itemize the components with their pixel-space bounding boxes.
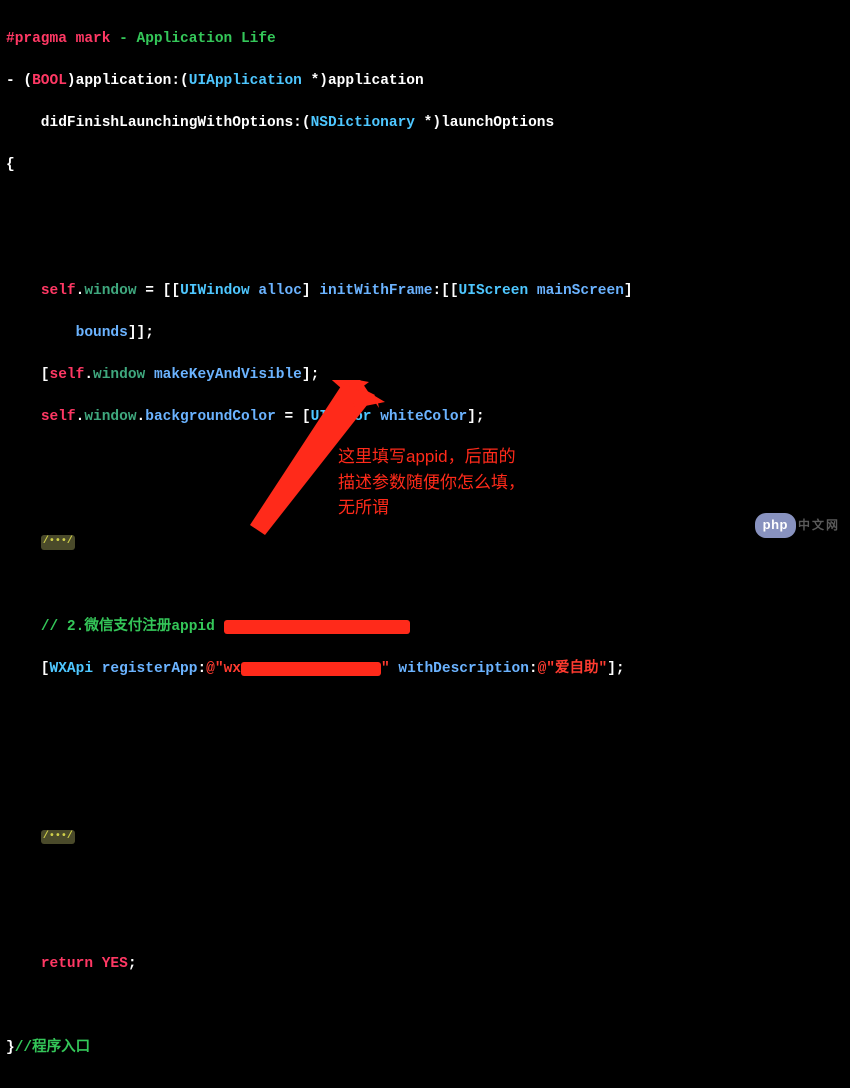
blank-line: [6, 702, 844, 723]
code-line: self.window.backgroundColor = [UIColor w…: [6, 407, 844, 428]
blank-line: [6, 744, 844, 765]
redacted-mark: [224, 620, 410, 634]
php-badge: php: [755, 513, 796, 538]
blank-line: [6, 996, 844, 1017]
code-line: [WXApi registerApp:@"wx" withDescription…: [6, 659, 844, 680]
blank-line: [6, 239, 844, 260]
pragma-keyword: #pragma mark: [6, 31, 110, 47]
watermark-text: 中文网: [798, 517, 840, 534]
code-editor[interactable]: #pragma mark - Application Life - (BOOL)…: [0, 0, 850, 1088]
annotation-line: 这里填写appid，后面的: [338, 447, 516, 466]
comment: // 2.微信支付注册appid: [41, 619, 224, 635]
blank-line: [6, 870, 844, 891]
code-line: - (BOOL)application:(UIApplication *)app…: [6, 71, 844, 92]
code-line: // 2.微信支付注册appid: [6, 617, 844, 638]
code-line: /•••/: [6, 828, 844, 849]
code-line: }//程序入口: [6, 1038, 844, 1059]
annotation-text: 这里填写appid，后面的 描述参数随便你怎么填， 无所谓: [338, 444, 525, 521]
annotation-line: 无所谓: [338, 498, 389, 517]
annotation-line: 描述参数随便你怎么填，: [338, 473, 525, 492]
blank-line: [6, 786, 844, 807]
blank-line: [6, 575, 844, 596]
code-line: return YES;: [6, 954, 844, 975]
blank-line: [6, 912, 844, 933]
code-line: bounds]];: [6, 323, 844, 344]
code-line: [self.window makeKeyAndVisible];: [6, 365, 844, 386]
code-line: {: [6, 155, 844, 176]
watermark-logo: php 中文网: [755, 513, 840, 538]
blank-line: [6, 197, 844, 218]
redacted-mark: [241, 662, 381, 676]
code-line: #pragma mark - Application Life: [6, 29, 844, 50]
code-line: self.window = [[UIWindow alloc] initWith…: [6, 281, 844, 302]
fold-marker[interactable]: /•••/: [41, 535, 75, 550]
fold-marker[interactable]: /•••/: [41, 830, 75, 845]
code-line: /•••/: [6, 533, 844, 554]
code-line: didFinishLaunchingWithOptions:(NSDiction…: [6, 113, 844, 134]
